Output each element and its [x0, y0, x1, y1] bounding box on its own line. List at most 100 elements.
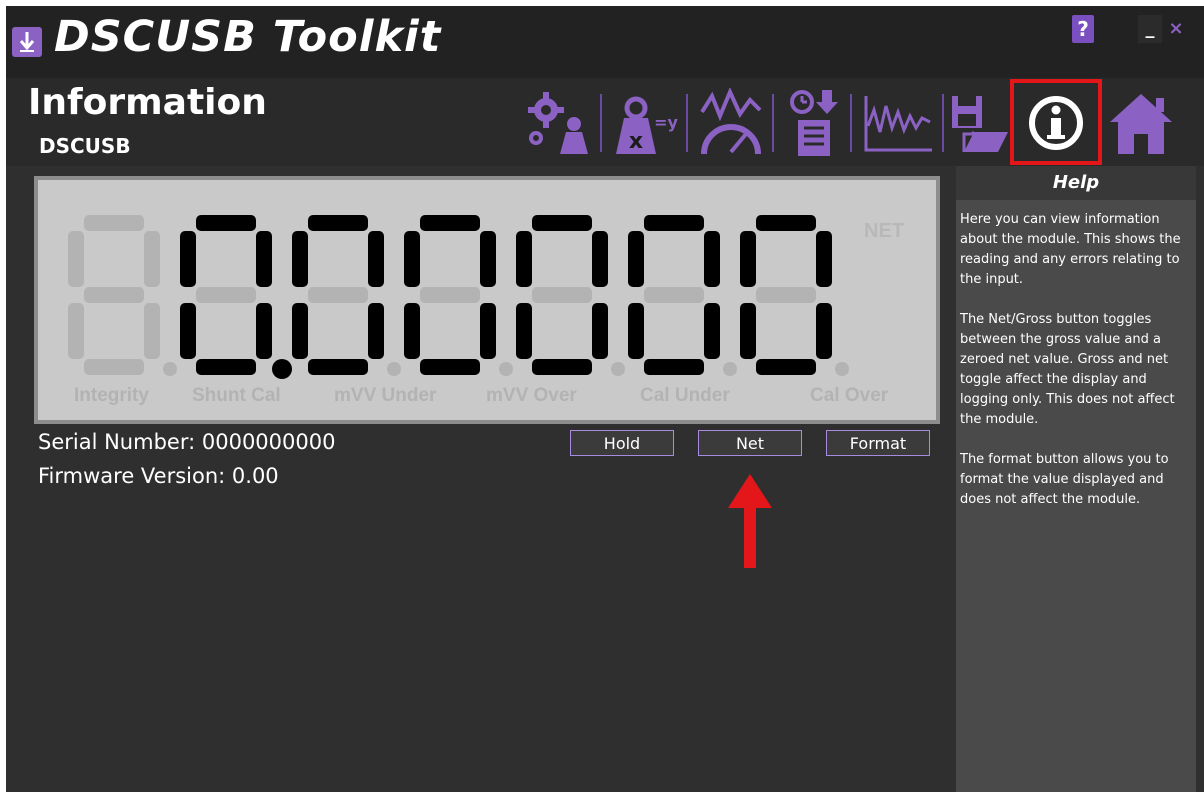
- help-paragraph: The format button allows you to format t…: [960, 452, 1169, 507]
- net-indicator: NET: [864, 220, 904, 242]
- app-logo-icon: [12, 27, 42, 57]
- serial-number-label: Serial Number:: [38, 430, 196, 454]
- lcd-segment: [404, 303, 420, 359]
- help-text: Here you can view information about the …: [960, 210, 1194, 530]
- lcd-segment: [816, 231, 832, 287]
- lcd-segment: [308, 215, 368, 231]
- decimal-point: [272, 359, 292, 379]
- lcd-dot: [611, 362, 625, 376]
- lcd-digit: [628, 215, 720, 375]
- lcd-dot: [499, 362, 513, 376]
- close-button[interactable]: ×: [1164, 15, 1188, 43]
- toolbar-separator: [686, 94, 688, 152]
- lcd-segment: [196, 215, 256, 231]
- lcd-segment: [68, 303, 84, 359]
- toolbar-separator: [772, 94, 774, 152]
- help-paragraph: Here you can view information about the …: [960, 212, 1181, 287]
- lcd-segment: [532, 359, 592, 375]
- page-header: Information DSCUSB x =y: [6, 78, 1204, 166]
- gauge-chart-icon[interactable]: [696, 88, 766, 158]
- lcd-segment: [144, 303, 160, 359]
- lcd-segment: [756, 215, 816, 231]
- lcd-segment: [84, 287, 144, 303]
- lcd-segment: [516, 303, 532, 359]
- firmware-version: Firmware Version: 0.00: [38, 464, 279, 488]
- lcd-segment: [480, 231, 496, 287]
- title-bar: DSCUSB Toolkit ? _ ×: [6, 6, 1204, 78]
- app-title: DSCUSB Toolkit: [54, 12, 442, 62]
- lcd-segment: [144, 231, 160, 287]
- lcd-segment: [84, 215, 144, 231]
- lcd-segment: [644, 359, 704, 375]
- help-title: Help: [1052, 172, 1100, 193]
- lcd-segment: [292, 231, 308, 287]
- lcd-segment: [704, 231, 720, 287]
- lcd-dot: [723, 362, 737, 376]
- lcd-segment: [368, 303, 384, 359]
- active-tab-highlight: [1010, 79, 1102, 165]
- lcd-digit: [68, 215, 160, 375]
- lcd-segment: [756, 359, 816, 375]
- app-window: DSCUSB Toolkit ? _ × Information DSCUSB: [6, 6, 1204, 792]
- firmware-version-value: 0.00: [231, 464, 279, 488]
- svg-text:=y: =y: [654, 113, 678, 132]
- lcd-dot: [387, 362, 401, 376]
- help-title-bar: Help: [956, 166, 1196, 200]
- lcd-segment: [308, 359, 368, 375]
- firmware-version-label: Firmware Version:: [38, 464, 226, 488]
- lcd-segment: [68, 231, 84, 287]
- net-button[interactable]: Net: [698, 430, 802, 456]
- timer-log-icon[interactable]: [782, 88, 844, 158]
- toolbar-separator: [942, 94, 944, 152]
- help-panel: Help Here you can view information about…: [956, 166, 1196, 792]
- lcd-segment: [532, 215, 592, 231]
- lcd-segment: [292, 303, 308, 359]
- save-open-icon[interactable]: [950, 88, 1010, 158]
- mvv-over-flag: mVV Over: [486, 385, 577, 406]
- serial-number-value: 0000000000: [201, 430, 336, 454]
- lcd-segment: [592, 231, 608, 287]
- help-button[interactable]: ?: [1072, 15, 1094, 43]
- lcd-digit: [292, 215, 384, 375]
- red-arrow-annotation: [728, 474, 772, 568]
- lcd-segment: [704, 303, 720, 359]
- lcd-segment: [180, 303, 196, 359]
- lcd-segment: [816, 303, 832, 359]
- lcd-segment: [196, 287, 256, 303]
- lcd-segment: [480, 303, 496, 359]
- settings-gear-weight-icon[interactable]: [522, 88, 594, 158]
- lcd-segment: [308, 287, 368, 303]
- lcd-segment: [644, 287, 704, 303]
- reading-display: NET Integrity Shunt Cal mVV Under mVV Ov…: [34, 176, 940, 424]
- lcd-segment: [256, 231, 272, 287]
- lcd-segment: [756, 287, 816, 303]
- lcd-segment: [404, 231, 420, 287]
- lcd-segment: [592, 303, 608, 359]
- lcd-dot: [835, 362, 849, 376]
- help-paragraph: The Net/Gross button toggles between the…: [960, 312, 1175, 427]
- lcd-segment: [740, 303, 756, 359]
- toolbar-separator: [850, 94, 852, 152]
- lcd-segment: [196, 359, 256, 375]
- seven-segment-reading: [68, 215, 849, 379]
- minimize-button[interactable]: _: [1138, 15, 1162, 43]
- lcd-segment: [628, 231, 644, 287]
- lcd-segment: [256, 303, 272, 359]
- calibration-xy-weight-icon[interactable]: x =y: [610, 88, 680, 158]
- lcd-digit: [404, 215, 496, 375]
- lcd-segment: [420, 287, 480, 303]
- lcd-segment: [368, 231, 384, 287]
- lcd-segment: [420, 215, 480, 231]
- waveform-chart-icon[interactable]: [860, 88, 936, 158]
- lcd-segment: [740, 231, 756, 287]
- lcd-segment: [532, 287, 592, 303]
- lcd-segment: [180, 231, 196, 287]
- lcd-digit: [740, 215, 832, 375]
- lcd-segment: [644, 215, 704, 231]
- lcd-dot: [163, 362, 177, 376]
- cal-under-flag: Cal Under: [640, 385, 730, 406]
- home-icon[interactable]: [1106, 88, 1176, 158]
- format-button[interactable]: Format: [826, 430, 930, 456]
- lcd-segment: [628, 303, 644, 359]
- hold-button[interactable]: Hold: [570, 430, 674, 456]
